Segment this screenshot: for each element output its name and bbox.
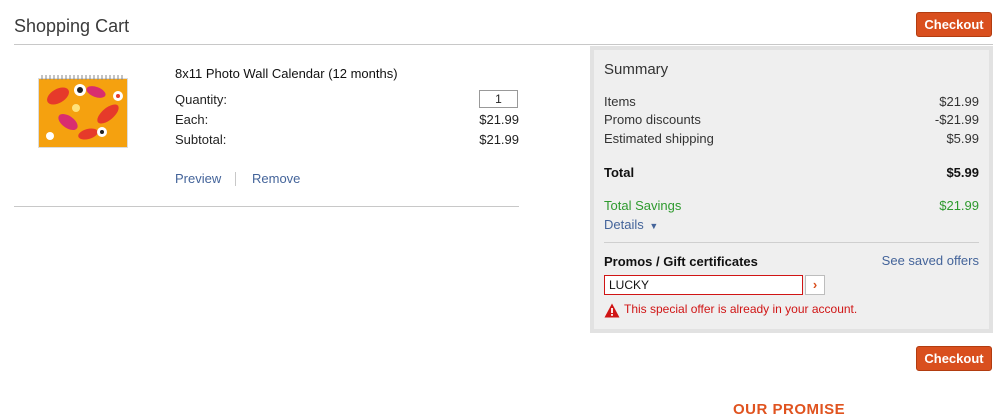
shipping-label: Estimated shipping: [604, 131, 714, 146]
items-value: $21.99: [939, 94, 979, 109]
caret-down-icon: ▼: [649, 221, 659, 231]
total-value: $5.99: [946, 165, 979, 180]
title-divider: [14, 44, 993, 45]
promo-code-input[interactable]: LUCKY: [604, 275, 803, 295]
page-title: Shopping Cart: [14, 16, 130, 36]
details-label: Details: [604, 217, 644, 232]
subtotal-label: Subtotal:: [175, 132, 227, 147]
promos-heading: Promos / Gift certificates: [604, 254, 758, 269]
checkout-button-bottom[interactable]: Checkout: [916, 346, 992, 371]
checkout-button-top[interactable]: Checkout: [916, 12, 992, 37]
summary-divider: [604, 242, 979, 243]
quantity-input[interactable]: 1: [479, 90, 518, 108]
item-name: 8x11 Photo Wall Calendar (12 months): [175, 66, 398, 81]
remove-link[interactable]: Remove: [252, 171, 300, 186]
details-toggle[interactable]: Details ▼: [604, 217, 658, 232]
see-saved-offers-link[interactable]: See saved offers: [882, 253, 979, 268]
calendar-thumbnail[interactable]: [38, 74, 128, 148]
promo-discounts-value: -$21.99: [934, 112, 979, 127]
total-savings-label: Total Savings: [604, 198, 682, 213]
items-label: Items: [604, 94, 636, 109]
warning-icon: [604, 303, 620, 318]
item-divider: [14, 206, 519, 207]
promo-apply-button[interactable]: ›: [805, 275, 825, 295]
link-separator: [235, 172, 236, 186]
shipping-value: $5.99: [946, 131, 979, 146]
promo-discounts-label: Promo discounts: [604, 112, 701, 127]
subtotal-price: $21.99: [479, 132, 519, 147]
preview-link[interactable]: Preview: [175, 171, 221, 186]
each-price: $21.99: [479, 112, 519, 127]
promo-error-message: This special offer is already in your ac…: [624, 302, 858, 316]
chevron-right-icon: ›: [812, 277, 818, 292]
quantity-label: Quantity:: [175, 92, 228, 107]
each-label: Each:: [175, 112, 209, 127]
total-savings-value: $21.99: [939, 198, 979, 213]
our-promise-heading: OUR PROMISE: [733, 401, 846, 418]
summary-title: Summary: [604, 61, 669, 78]
total-label: Total: [604, 165, 635, 180]
